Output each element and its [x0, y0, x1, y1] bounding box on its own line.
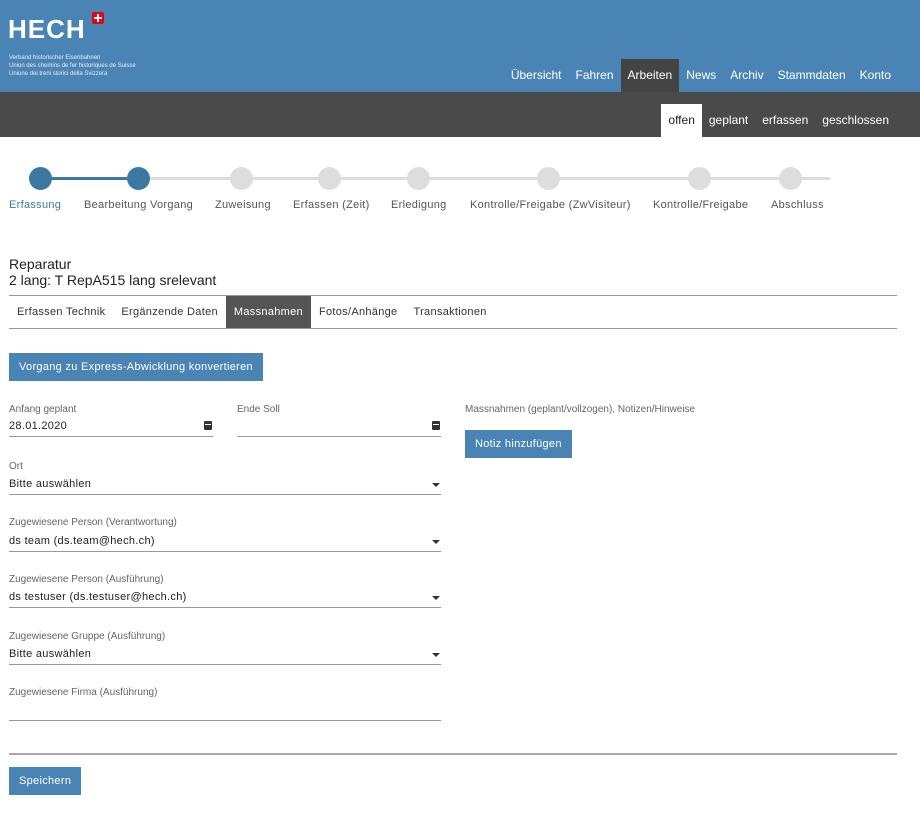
step-label-kontrolle-zw[interactable]: Kontrolle/Freigabe (ZwVisiteur)	[470, 199, 631, 211]
tagline: Verband historischer Eisenbahnen Union d…	[9, 54, 136, 78]
step-connector-done	[40, 177, 138, 180]
firma-label: Zugewiesene Firma (Ausführung)	[9, 687, 158, 698]
anfang-date-field[interactable]: 28.01.2020	[9, 418, 213, 437]
gruppe-label: Zugewiesene Gruppe (Ausführung)	[9, 631, 166, 642]
gruppe-value: Bitte auswählen	[9, 648, 92, 660]
nav-uebersicht[interactable]: Übersicht	[504, 59, 569, 92]
tagline-line: Verband historischer Eisenbahnen	[9, 55, 101, 61]
record-type: Reparatur	[9, 256, 72, 272]
person-verantwortung-label: Zugewiesene Person (Verantwortung)	[9, 517, 177, 528]
main-nav: Übersicht Fahren Arbeiten News Archiv St…	[504, 59, 898, 92]
ort-value: Bitte auswählen	[9, 478, 92, 490]
ende-label: Ende Soll	[237, 404, 280, 415]
chevron-down-icon	[432, 483, 440, 487]
record-tabs: Erfassen Technik Ergänzende Daten Massna…	[9, 295, 897, 329]
step-dot-erledigung[interactable]	[407, 167, 430, 190]
logo[interactable]: HECH	[8, 14, 86, 45]
chevron-down-icon	[432, 596, 440, 600]
nav-fahren[interactable]: Fahren	[569, 59, 621, 92]
step-label-erfassung[interactable]: Erfassung	[9, 199, 61, 211]
subnav-offen[interactable]: offen	[661, 104, 702, 137]
chevron-down-icon	[432, 540, 440, 544]
tagline-line: Unione dei treni storici della Svizzera	[9, 71, 108, 77]
anfang-label: Anfang geplant	[9, 404, 77, 415]
person-ausfuehrung-label: Zugewiesene Person (Ausführung)	[9, 574, 164, 585]
workflow-stepper: Erfassung Bearbeitung Vorgang Zuweisung …	[0, 160, 920, 220]
subnav-geplant[interactable]: geplant	[702, 104, 755, 137]
calendar-icon[interactable]	[432, 421, 440, 430]
nav-arbeiten[interactable]: Arbeiten	[620, 59, 680, 92]
form-divider	[9, 753, 897, 755]
anfang-value: 28.01.2020	[9, 420, 68, 432]
step-label-zuweisung[interactable]: Zuweisung	[215, 199, 271, 211]
tab-fotos-anhaenge[interactable]: Fotos/Anhänge	[311, 296, 406, 328]
calendar-icon[interactable]	[204, 421, 212, 430]
record-title: 2 lang: T RepA515 lang srelevant	[9, 272, 217, 288]
top-header: HECH Verband historischer Eisenbahnen Un…	[0, 0, 920, 92]
step-label-erledigung[interactable]: Erledigung	[391, 199, 447, 211]
tab-ergaenzende-daten[interactable]: Ergänzende Daten	[113, 296, 226, 328]
step-dot-erfassen-zeit[interactable]	[318, 167, 341, 190]
person-ausfuehrung-select[interactable]: ds testuser (ds.testuser@hech.ch)	[9, 589, 441, 608]
step-dot-kontrolle-zw[interactable]	[537, 167, 560, 190]
nav-konto[interactable]: Konto	[853, 59, 898, 92]
tab-erfassen-technik[interactable]: Erfassen Technik	[9, 296, 113, 328]
step-connector	[40, 177, 830, 180]
tab-massnahmen[interactable]: Massnahmen	[225, 296, 311, 328]
step-label-abschluss[interactable]: Abschluss	[771, 199, 824, 211]
nav-archiv[interactable]: Archiv	[723, 59, 770, 92]
step-dot-zuweisung[interactable]	[230, 167, 253, 190]
save-button[interactable]: Speichern	[9, 767, 82, 795]
add-note-button[interactable]: Notiz hinzufügen	[465, 430, 572, 458]
ende-date-field[interactable]	[237, 418, 441, 437]
nav-stammdaten[interactable]: Stammdaten	[771, 59, 853, 92]
person-verantwortung-value: ds team (ds.team@hech.ch)	[9, 535, 155, 547]
sub-nav: offen geplant erfassen geschlossen	[661, 104, 896, 137]
firma-input[interactable]	[9, 702, 441, 721]
step-label-kontrolle[interactable]: Kontrolle/Freigabe	[653, 199, 748, 211]
step-dot-abschluss[interactable]	[779, 167, 802, 190]
step-label-erfassen-zeit[interactable]: Erfassen (Zeit)	[293, 199, 370, 211]
ort-label: Ort	[9, 461, 23, 472]
person-ausfuehrung-value: ds testuser (ds.testuser@hech.ch)	[9, 591, 187, 603]
sub-header: offen geplant erfassen geschlossen	[0, 92, 920, 137]
step-label-bearbeitung[interactable]: Bearbeitung Vorgang	[84, 199, 193, 211]
gruppe-select[interactable]: Bitte auswählen	[9, 646, 441, 665]
subnav-erfassen[interactable]: erfassen	[755, 104, 815, 137]
step-dot-kontrolle[interactable]	[688, 167, 711, 190]
tagline-line: Union des chemins de fer historiques de …	[9, 63, 136, 69]
step-dot-erfassung[interactable]	[29, 167, 52, 190]
express-convert-button[interactable]: Vorgang zu Express-Abwicklung konvertier…	[9, 353, 263, 381]
massnahmen-label: Massnahmen (geplant/vollzogen), Notizen/…	[465, 404, 696, 415]
chevron-down-icon	[432, 653, 440, 657]
person-verantwortung-select[interactable]: ds team (ds.team@hech.ch)	[9, 533, 441, 552]
ort-select[interactable]: Bitte auswählen	[9, 476, 441, 495]
tab-transaktionen[interactable]: Transaktionen	[405, 296, 494, 328]
step-dot-bearbeitung[interactable]	[127, 167, 150, 190]
swiss-cross-icon	[92, 12, 104, 24]
nav-news[interactable]: News	[679, 59, 723, 92]
subnav-geschlossen[interactable]: geschlossen	[815, 104, 896, 137]
